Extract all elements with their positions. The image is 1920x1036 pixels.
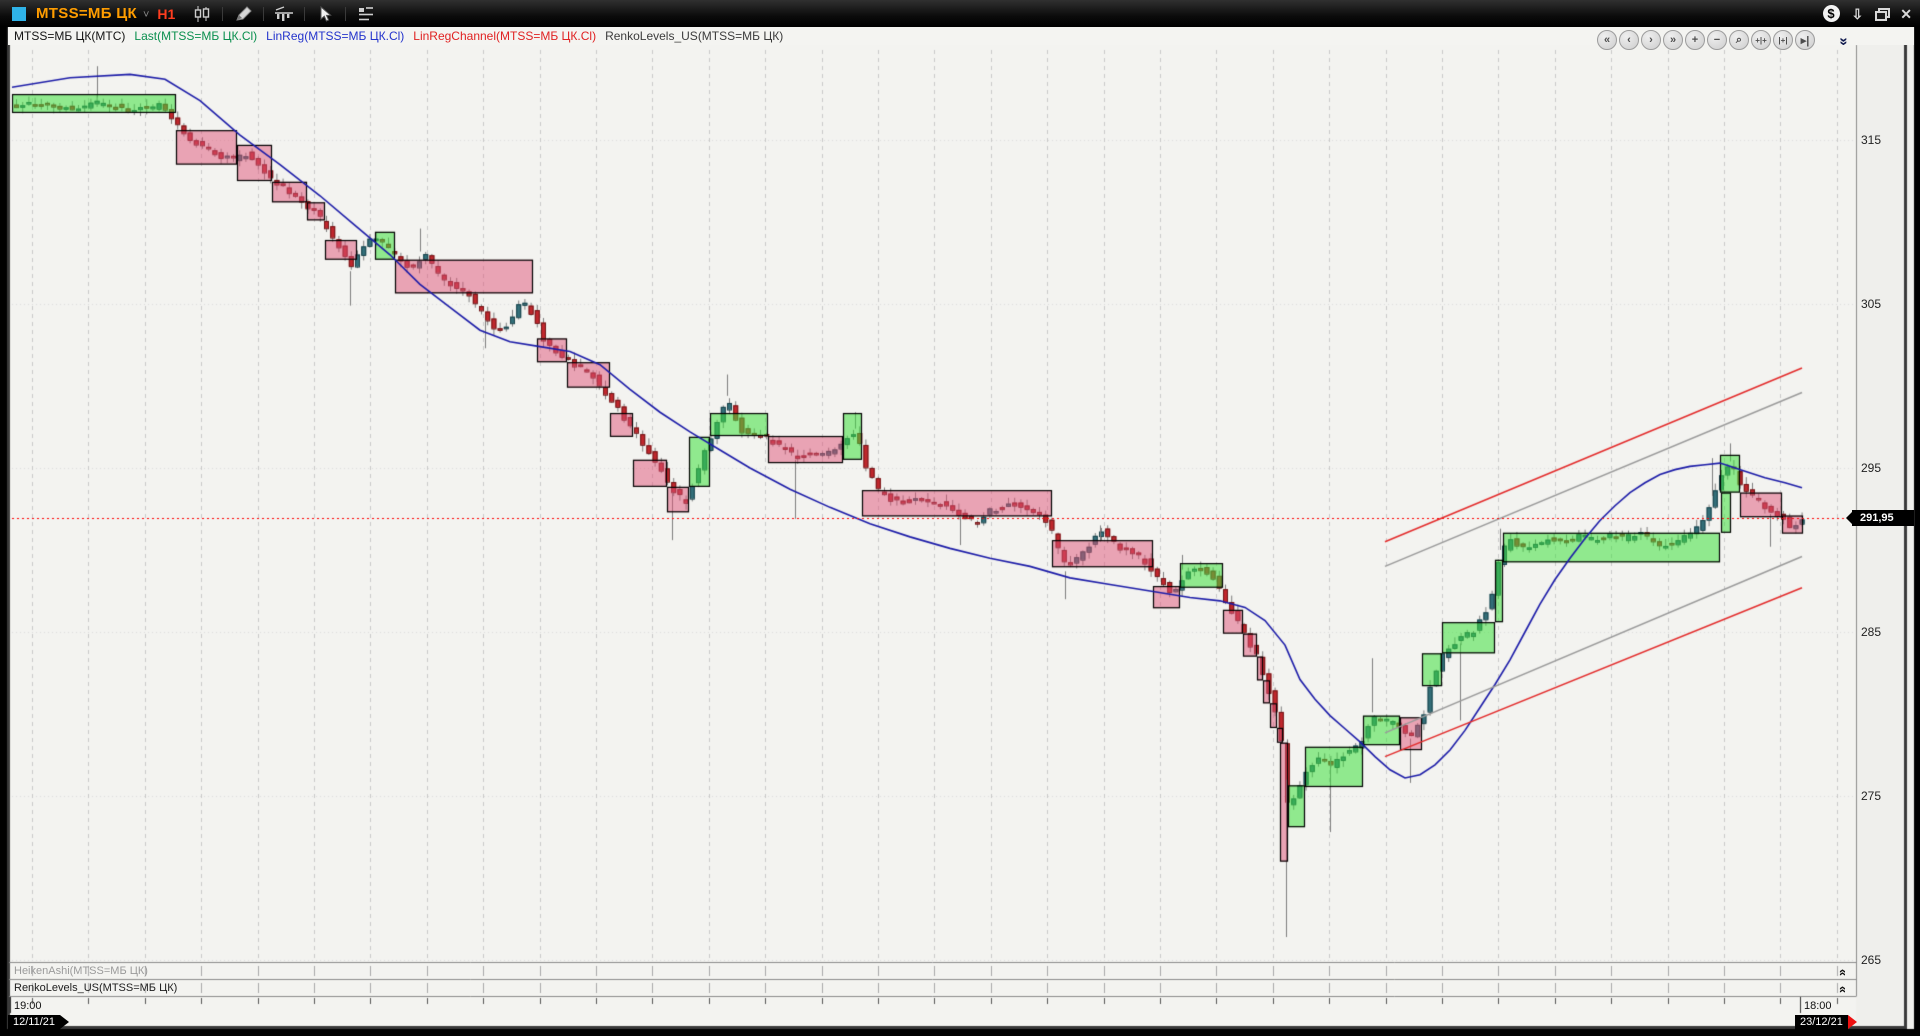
price-tick-label: 265 bbox=[1861, 953, 1881, 967]
zoom-in-button[interactable]: + bbox=[1685, 30, 1705, 50]
chart-canvas[interactable] bbox=[0, 0, 1920, 1036]
heikenashi-panel-label[interactable]: HeikenAshi(MTSS=МБ ЦК) bbox=[14, 965, 148, 977]
price-tick-label: 285 bbox=[1861, 625, 1881, 639]
last-price-badge: 291,95 bbox=[1852, 510, 1914, 526]
symbol-dropdown-chevron[interactable]: ˅ bbox=[143, 9, 149, 21]
app-icon bbox=[12, 7, 26, 21]
start-date-badge: 12/11/21 bbox=[8, 1015, 60, 1030]
legend-item-0[interactable]: MTSS=МБ ЦК(МТС) bbox=[14, 29, 125, 43]
legend-item-2[interactable]: LinReg(MTSS=МБ ЦК.Cl) bbox=[266, 29, 404, 43]
candlestick-chart-icon[interactable] bbox=[189, 4, 215, 24]
pan-right-button[interactable]: › bbox=[1641, 30, 1661, 50]
legend-item-1[interactable]: Last(MTSS=МБ ЦК.Cl) bbox=[134, 29, 257, 43]
price-tick-label: 315 bbox=[1861, 133, 1881, 147]
pan-right-fast-button[interactable]: » bbox=[1663, 30, 1683, 50]
symbol-title[interactable]: MTSS=МБ ЦК bbox=[36, 5, 137, 22]
dollar-icon[interactable]: $ bbox=[1823, 5, 1840, 22]
collapse-panel-chevron-icon[interactable]: » bbox=[1837, 37, 1852, 45]
pan-left-button[interactable]: ‹ bbox=[1619, 30, 1639, 50]
compress-bars-button[interactable]: +|+ bbox=[1751, 30, 1771, 50]
draw-pencil-icon[interactable] bbox=[230, 4, 256, 24]
levels-icon[interactable] bbox=[353, 4, 379, 24]
price-tick-label: 275 bbox=[1861, 789, 1881, 803]
toolbar: MTSS=МБ ЦК ˅ H1 bbox=[0, 0, 1920, 27]
toolbar-icons bbox=[189, 4, 379, 24]
pan-left-fast-button[interactable]: « bbox=[1597, 30, 1617, 50]
legend-item-4[interactable]: RenkoLevels_US(MTSS=МБ ЦК) bbox=[605, 29, 783, 43]
price-tick-label: 295 bbox=[1861, 461, 1881, 475]
expand-bars-button[interactable]: |+| bbox=[1773, 30, 1793, 50]
close-icon[interactable]: ✕ bbox=[1900, 7, 1912, 21]
end-date-badge: 23/12/21 bbox=[1795, 1015, 1848, 1030]
go-to-end-button[interactable]: ▸| bbox=[1795, 30, 1815, 50]
chart-nav-buttons: «‹›»+−⌕+|+|+|▸| bbox=[1597, 30, 1815, 50]
time-axis-start-label: 19:00 bbox=[14, 1000, 42, 1012]
window-controls: $ ⇩ ✕ bbox=[1823, 0, 1912, 27]
renkolevels-panel-label[interactable]: RenkoLevels_US(MTSS=МБ ЦК) bbox=[14, 982, 177, 994]
cursor-icon[interactable] bbox=[312, 4, 338, 24]
restore-window-icon[interactable] bbox=[1875, 8, 1888, 19]
time-axis-end-label: 18:00 bbox=[1804, 1000, 1832, 1012]
chart-window: MTSS=МБ ЦК ˅ H1 bbox=[0, 0, 1920, 1036]
indicator-tool-icon[interactable] bbox=[271, 4, 297, 24]
zoom-out-button[interactable]: − bbox=[1707, 30, 1727, 50]
heikenashi-collapse-icon[interactable]: » bbox=[1835, 969, 1848, 976]
price-tick-label: 305 bbox=[1861, 297, 1881, 311]
zoom-reset-button[interactable]: ⌕ bbox=[1729, 30, 1749, 50]
timeframe-label[interactable]: H1 bbox=[157, 6, 175, 22]
renkolevels-collapse-icon[interactable]: » bbox=[1835, 986, 1848, 993]
download-arrow-icon[interactable]: ⇩ bbox=[1852, 7, 1864, 21]
legend-item-3[interactable]: LinRegChannel(MTSS=МБ ЦК.Cl) bbox=[413, 29, 596, 43]
